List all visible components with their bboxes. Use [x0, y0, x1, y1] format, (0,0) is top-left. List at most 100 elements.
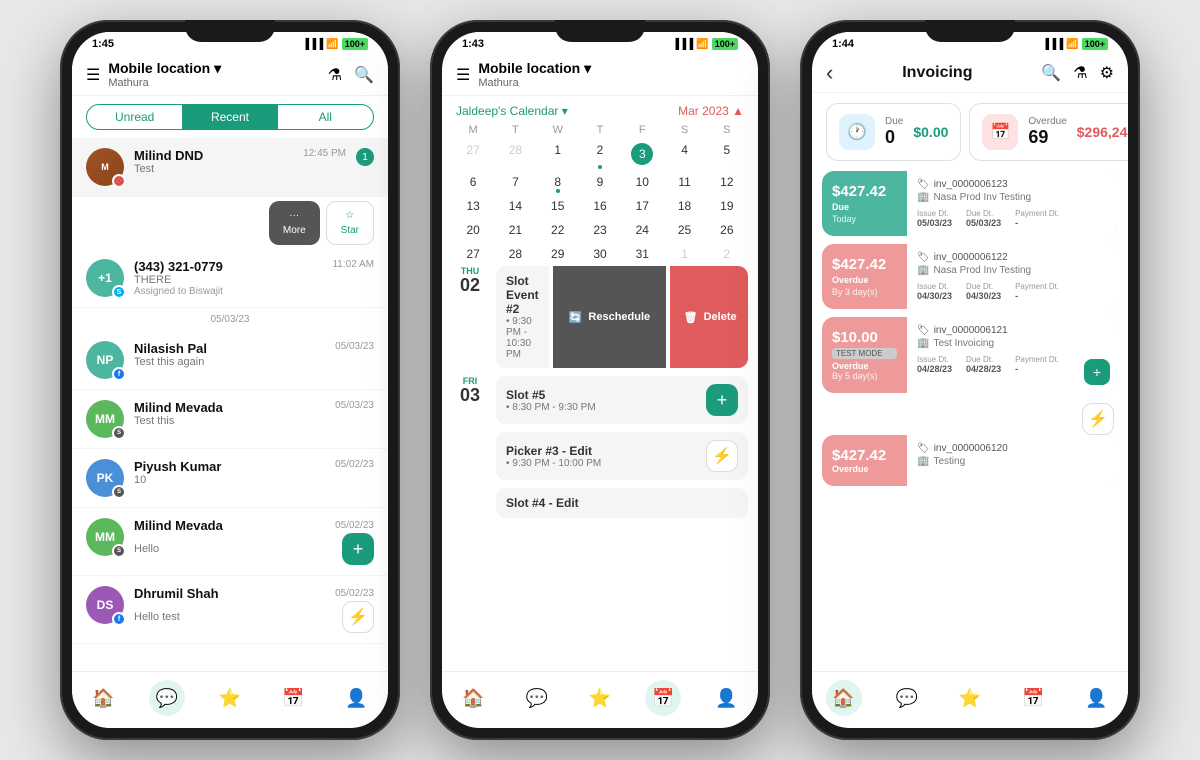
cal-day[interactable]: 9	[579, 170, 621, 194]
cal-day[interactable]: 20	[452, 218, 494, 242]
cal-day[interactable]: 14	[494, 194, 536, 218]
cal-day[interactable]: 7	[494, 170, 536, 194]
add-button[interactable]: +	[342, 533, 374, 565]
cal-day[interactable]: 24	[621, 218, 663, 242]
cal-day[interactable]: 19	[706, 194, 748, 218]
cal-day[interactable]: 28	[494, 242, 536, 266]
issue-label: Issue Dt.	[917, 355, 952, 364]
list-item[interactable]: $10.00 TEST MODE Overdue By 5 day(s) 🏷 i…	[822, 317, 1118, 393]
settings-icon[interactable]: ⚙	[1100, 63, 1114, 83]
cal-day[interactable]: 4	[663, 138, 705, 170]
nav-contacts[interactable]: 👤	[1078, 680, 1114, 716]
cal-day[interactable]: 6	[452, 170, 494, 194]
cal-day[interactable]: 22	[537, 218, 579, 242]
nav-messages[interactable]: 💬	[149, 680, 185, 716]
nav-messages[interactable]: 💬	[889, 680, 925, 716]
cal-day[interactable]: 1	[663, 242, 705, 266]
more-button[interactable]: ··· More	[269, 201, 320, 245]
nav-starred[interactable]: ⭐	[582, 680, 618, 716]
cal-day[interactable]: 25	[663, 218, 705, 242]
cal-day[interactable]: 28	[494, 138, 536, 170]
list-item[interactable]: DS f Dhrumil Shah 05/02/23 Hello test ⚡	[72, 576, 388, 644]
nav-contacts[interactable]: 👤	[708, 680, 744, 716]
list-item[interactable]: $427.42 Overdue By 3 day(s) 🏷 inv_000000…	[822, 244, 1118, 309]
cal-day[interactable]: 30	[579, 242, 621, 266]
nav-messages[interactable]: 💬	[519, 680, 555, 716]
nav-contacts[interactable]: 👤	[338, 680, 374, 716]
cal-day[interactable]: 10	[621, 170, 663, 194]
tab-recent[interactable]: Recent	[182, 105, 277, 129]
list-item[interactable]: MM S Milind Mevada 05/02/23 Hello +	[72, 508, 388, 576]
list-item[interactable]: M 🚫 Milind DND 12:45 PM Test 1	[72, 138, 388, 197]
hamburger-icon[interactable]: ☰	[86, 65, 100, 85]
cal-day[interactable]: 11	[663, 170, 705, 194]
search-icon[interactable]: 🔍	[354, 65, 374, 85]
nav-home[interactable]: 🏠	[456, 680, 492, 716]
nav-home[interactable]: 🏠	[86, 680, 122, 716]
nav-starred[interactable]: ⭐	[212, 680, 248, 716]
message-preview: Test this again	[134, 356, 374, 368]
cal-day[interactable]: 31	[621, 242, 663, 266]
filter-icon[interactable]: ⚗	[328, 65, 342, 85]
battery-1: 100+	[342, 38, 368, 50]
nav-starred[interactable]: ⭐	[952, 680, 988, 716]
cal-day[interactable]: 8	[537, 170, 579, 194]
list-item[interactable]: PK S Piyush Kumar 05/02/23 10	[72, 449, 388, 508]
cal-day[interactable]: 23	[579, 218, 621, 242]
signal-icon: ▐▐▐	[1042, 39, 1063, 50]
sender-name: Milind DND	[134, 148, 203, 163]
event-card[interactable]: Slot Event #2 9:30 PM - 10:30 PM	[496, 266, 549, 368]
cal-day[interactable]: 16	[579, 194, 621, 218]
nav-calendar[interactable]: 📅	[275, 680, 311, 716]
cal-day[interactable]: 21	[494, 218, 536, 242]
event-card[interactable]: Slot #5 8:30 PM - 9:30 PM +	[496, 376, 748, 424]
event-card[interactable]: Picker #3 - Edit 9:30 PM - 10:00 PM ⚡	[496, 432, 748, 480]
event-card[interactable]: Slot #4 - Edit	[496, 488, 748, 518]
lightning-invoice-button[interactable]: ⚡	[1082, 403, 1114, 435]
invoice-amount-col: $427.42 Overdue	[822, 435, 907, 486]
overdue-amount: $296,243.39	[1077, 124, 1128, 140]
cal-day[interactable]: 5	[706, 138, 748, 170]
nav-home[interactable]: 🏠	[826, 680, 862, 716]
star-icon: ☆	[345, 210, 354, 221]
star-button[interactable]: ☆ Star	[326, 201, 374, 245]
cal-day[interactable]: 12	[706, 170, 748, 194]
list-item[interactable]: MM S Milind Mevada 05/03/23 Test this	[72, 390, 388, 449]
delete-button[interactable]: 🗑 Delete	[670, 266, 748, 368]
message-preview: Hello test	[134, 611, 180, 623]
nav-calendar[interactable]: 📅	[645, 680, 681, 716]
cal-day[interactable]: 2	[706, 242, 748, 266]
add-event-button[interactable]: +	[706, 384, 738, 416]
nav-calendar[interactable]: 📅	[1015, 680, 1051, 716]
lightning-event-button[interactable]: ⚡	[706, 440, 738, 472]
list-item[interactable]: NP f Nilasish Pal 05/03/23 Test this aga…	[72, 331, 388, 390]
filter-icon[interactable]: ⚗	[1073, 63, 1087, 83]
tab-unread[interactable]: Unread	[87, 105, 182, 129]
add-invoice-button[interactable]: +	[1084, 359, 1110, 385]
back-button[interactable]: ‹	[826, 60, 833, 86]
search-icon[interactable]: 🔍	[1041, 63, 1061, 83]
cal-day[interactable]: 13	[452, 194, 494, 218]
cal-day[interactable]: 15	[537, 194, 579, 218]
reschedule-button[interactable]: 🔄 Reschedule	[553, 266, 666, 368]
list-item[interactable]: +1 S (343) 321-0779 11:02 AM THERE Assig…	[72, 249, 388, 308]
cal-day[interactable]: 29	[537, 242, 579, 266]
cal-day[interactable]: 27	[452, 138, 494, 170]
cal-day[interactable]: 3	[621, 138, 663, 170]
list-item[interactable]: $427.42 Due Today 🏷 inv_0000006123 🏢	[822, 171, 1118, 236]
cal-day[interactable]: 27	[452, 242, 494, 266]
lightning-button[interactable]: ⚡	[342, 601, 374, 633]
due-label: Due	[885, 116, 903, 127]
cal-day[interactable]: 26	[706, 218, 748, 242]
cal-day[interactable]: 2	[579, 138, 621, 170]
calendar-month[interactable]: Mar 2023 ▲	[678, 104, 744, 118]
tab-all[interactable]: All	[278, 105, 373, 129]
cal-day[interactable]: 18	[663, 194, 705, 218]
invoice-dates: Issue Dt. 04/28/23 Due Dt. 04/28/23 Paym…	[917, 355, 1108, 374]
cal-day[interactable]: 1	[537, 138, 579, 170]
cal-day[interactable]: 17	[621, 194, 663, 218]
invoice-company: 🏢 Nasa Prod Inv Testing	[917, 265, 1108, 276]
calendar-name[interactable]: Jaldeep's Calendar ▾	[456, 104, 568, 118]
hamburger-icon[interactable]: ☰	[456, 65, 470, 85]
list-item[interactable]: $427.42 Overdue 🏷 inv_0000006120 🏢 Testi…	[822, 435, 1118, 486]
